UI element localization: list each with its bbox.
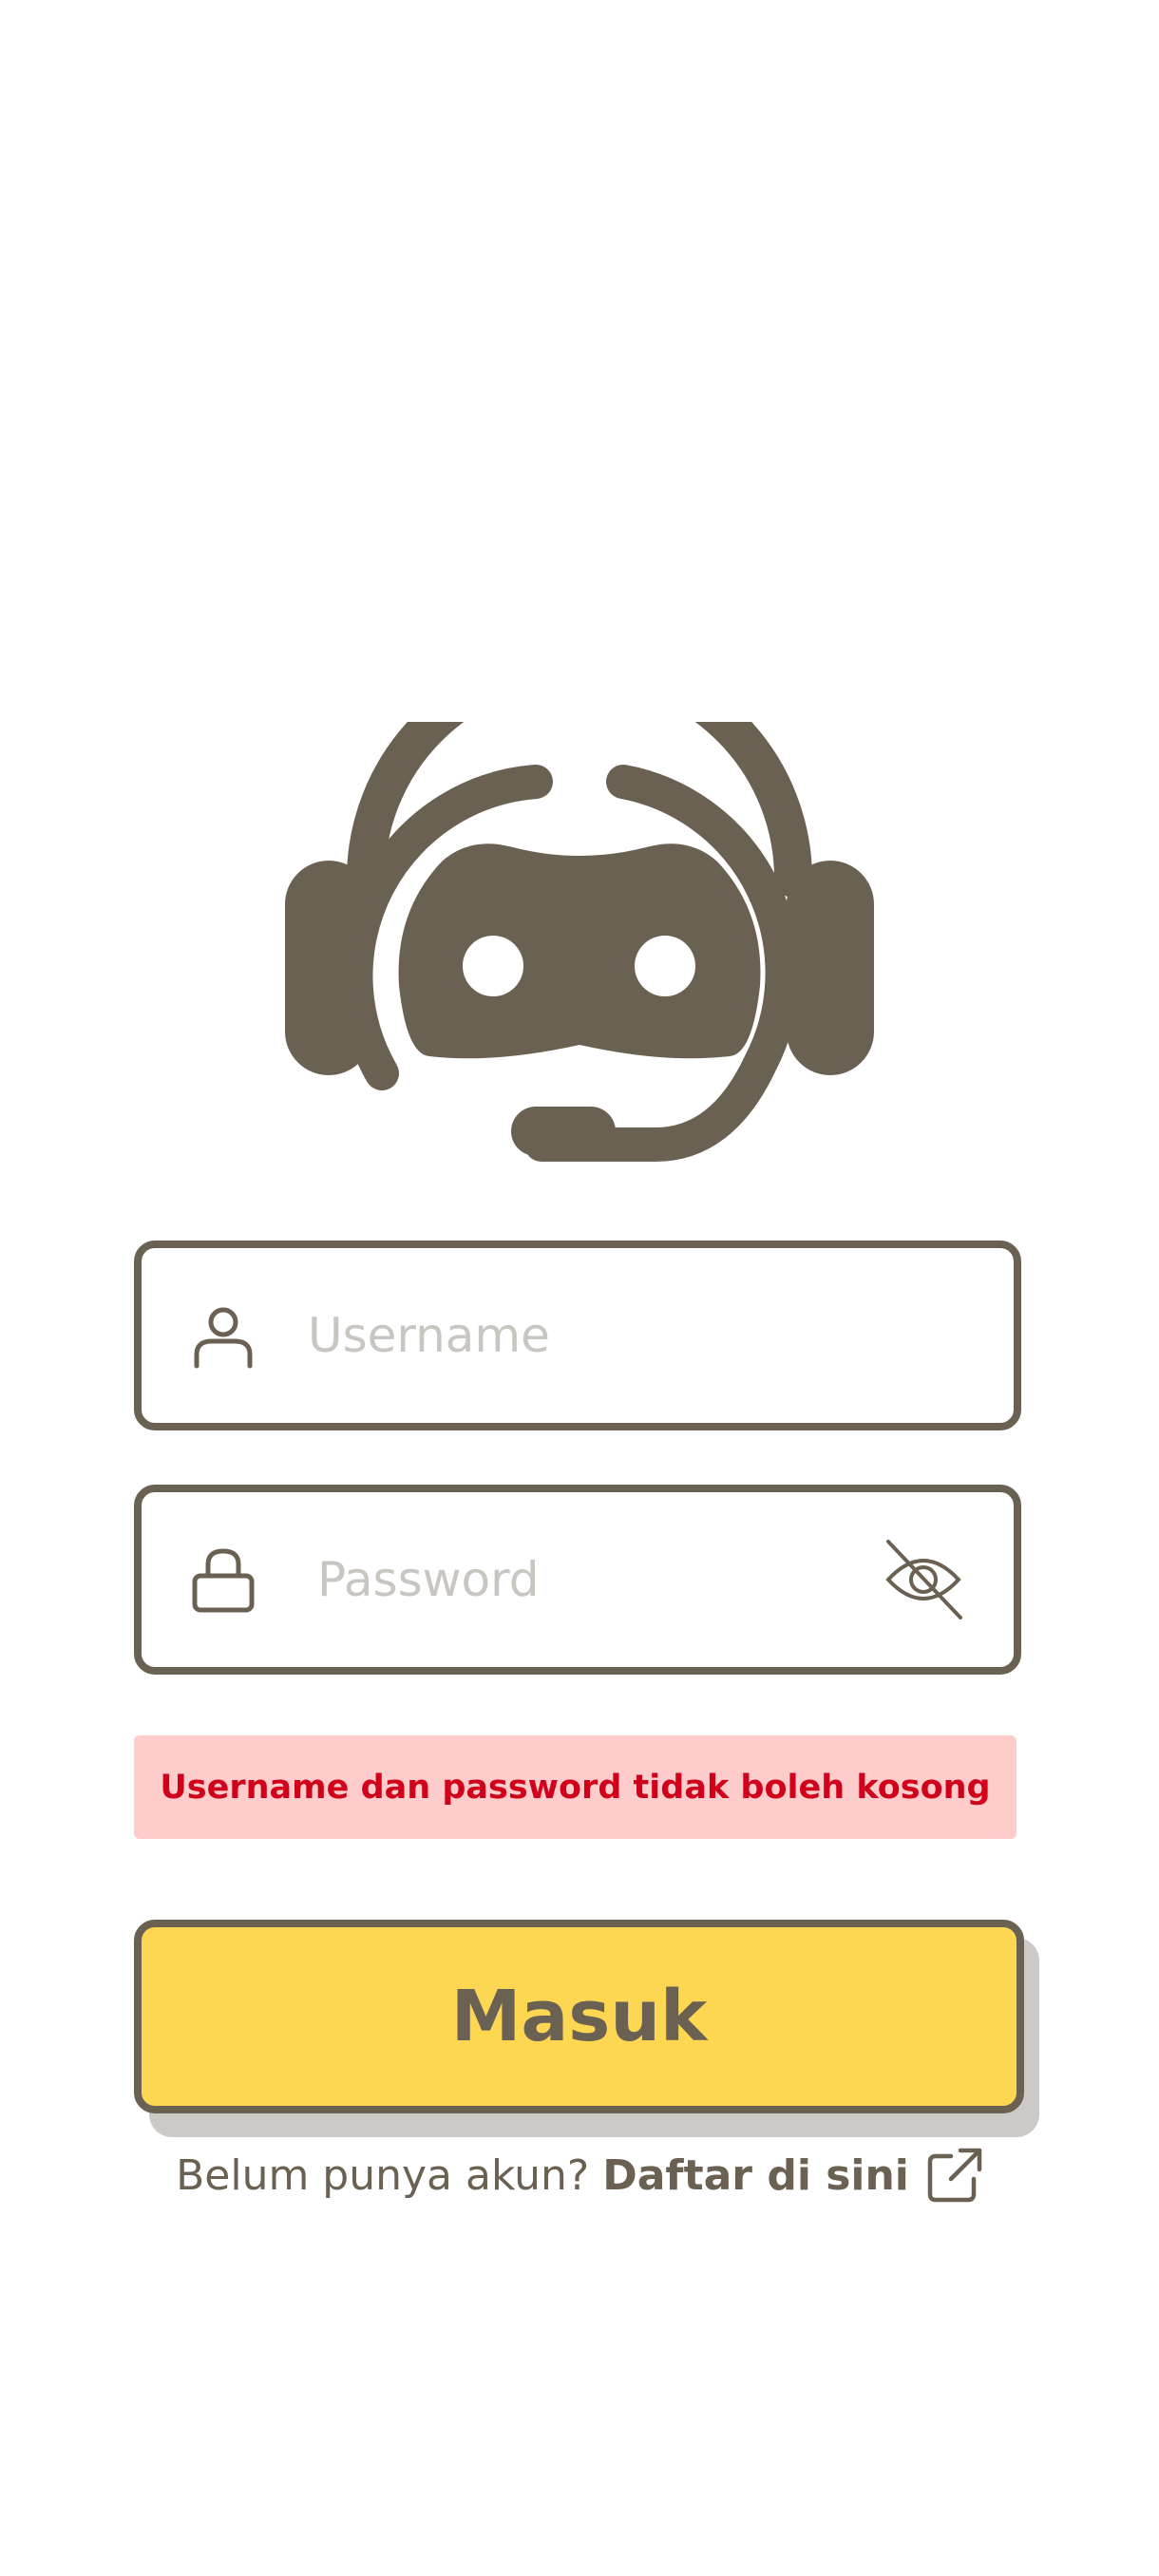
login-button-label: Masuk	[450, 1976, 708, 2057]
support-bot-logo-icon	[285, 722, 874, 1162]
user-icon	[194, 1307, 253, 1369]
password-field[interactable]	[134, 1485, 1021, 1675]
register-prompt: Belum punya akun?	[176, 2150, 590, 2200]
username-field[interactable]	[134, 1241, 1021, 1430]
register-row: Belum punya akun? Daftar di sini	[0, 2142, 1159, 2208]
external-link-icon[interactable]	[926, 2147, 983, 2204]
eye-off-icon[interactable]	[881, 1537, 966, 1622]
error-message: Username dan password tidak boleh kosong	[134, 1735, 1016, 1839]
login-button[interactable]: Masuk	[134, 1920, 1024, 2113]
register-link[interactable]: Daftar di sini	[602, 2151, 909, 2200]
password-input[interactable]	[317, 1542, 849, 1618]
lock-icon	[192, 1548, 255, 1613]
error-text: Username dan password tidak boleh kosong	[160, 1768, 991, 1807]
username-input[interactable]	[308, 1297, 840, 1373]
